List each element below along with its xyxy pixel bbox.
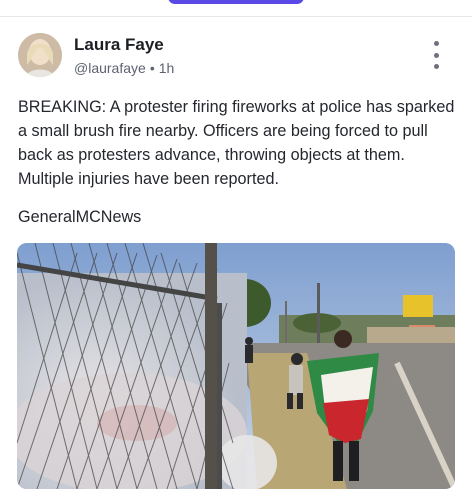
post-source: GeneralMCNews <box>18 208 142 226</box>
author-handle[interactable]: @laurafaye <box>74 60 146 76</box>
author-meta: @laurafaye • 1h <box>74 58 174 78</box>
avatar-image <box>18 33 62 77</box>
top-action-pill[interactable] <box>168 0 304 4</box>
top-divider <box>0 16 472 17</box>
post-time: 1h <box>158 60 175 76</box>
more-dot <box>433 52 439 58</box>
post-media-image[interactable] <box>17 243 455 489</box>
meta-separator: • <box>149 60 155 76</box>
post-body: BREAKING: A protester firing fireworks a… <box>18 98 455 188</box>
more-options-button[interactable] <box>426 41 446 69</box>
author-name[interactable]: Laura Faye <box>74 35 174 55</box>
avatar[interactable] <box>18 33 62 77</box>
protest-scene-photo <box>17 243 455 489</box>
more-dot <box>433 64 439 69</box>
more-vertical-icon <box>433 41 439 46</box>
author-info: Laura Faye @laurafaye • 1h <box>74 35 174 78</box>
post-header: Laura Faye @laurafaye • 1h <box>18 33 454 79</box>
